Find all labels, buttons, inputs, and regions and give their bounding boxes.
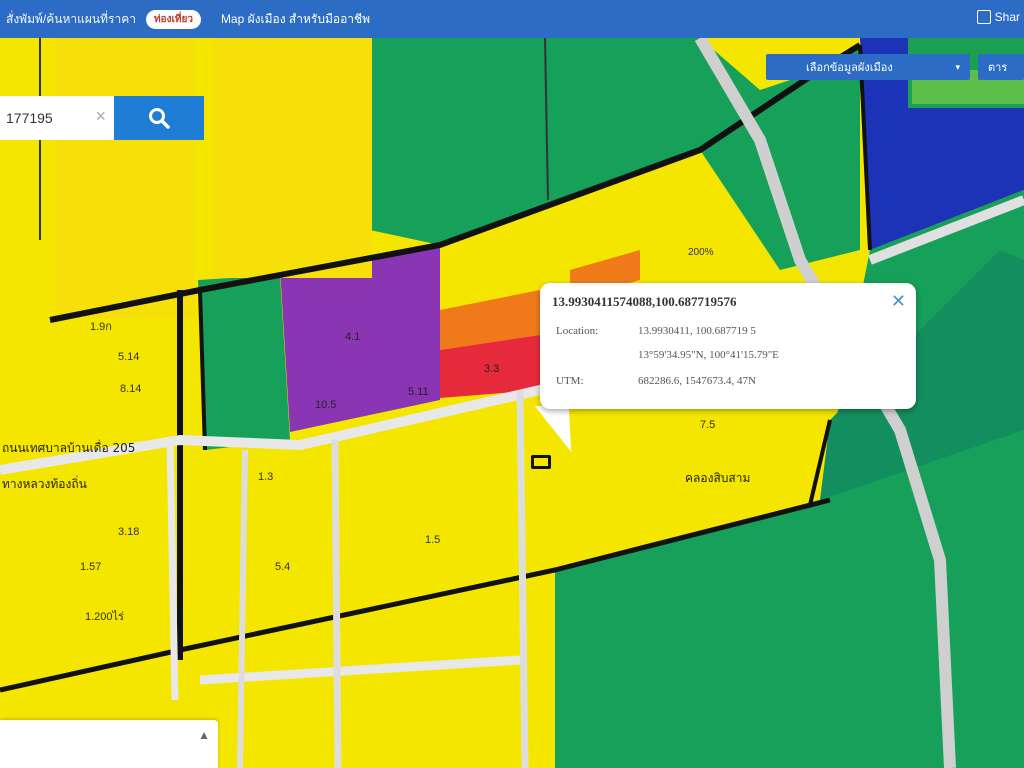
location-pin-icon[interactable] bbox=[531, 455, 551, 469]
zone-code-13: 5.4 bbox=[275, 561, 290, 573]
zone-yellow-nw bbox=[55, 38, 195, 318]
road-label-2: ทางหลวงท้องถิ่น bbox=[2, 475, 87, 491]
zone-code-15: 200% bbox=[688, 247, 714, 258]
road-vertical-1 bbox=[331, 439, 342, 768]
share-label: Shar bbox=[994, 10, 1020, 24]
layer-dropdown[interactable]: เลือกข้อมูลผังเมือง ▾ bbox=[766, 54, 970, 80]
zone-green-west bbox=[198, 275, 290, 450]
zone-code-7: 3.3 bbox=[484, 363, 499, 375]
popup-row-value-dms: 13°59'34.95"N, 100°41'15.79"E bbox=[638, 349, 779, 361]
zone-code-12: 7.5 bbox=[700, 419, 715, 431]
zone-code-4: 4.1 bbox=[345, 331, 360, 343]
zone-code-3: 1.9ก bbox=[90, 321, 112, 333]
popup-row-label-location: Location: bbox=[556, 325, 599, 337]
zone-code-6: 5.11 bbox=[408, 386, 429, 398]
share-button[interactable]: Shar bbox=[976, 10, 1020, 24]
zone-code-14: 1.3 bbox=[258, 471, 273, 483]
share-icon bbox=[976, 10, 991, 24]
search-value: 177195 bbox=[6, 110, 53, 126]
popup-row-value-location: 13.9930411, 100.687719 5 bbox=[638, 325, 756, 337]
search-bar: 177195 × bbox=[0, 96, 204, 140]
topbar-badge[interactable]: ท่องเที่ยว bbox=[145, 9, 201, 29]
zone-code-1: 5.14 bbox=[118, 351, 139, 363]
zone-yellow-n bbox=[212, 38, 372, 278]
zone-code-5: 10.5 bbox=[315, 399, 336, 411]
zone-code-10: 1.200ไร่ bbox=[85, 610, 124, 623]
bottom-panel[interactable]: ▲ bbox=[0, 720, 218, 768]
zone-code-9: 1.57 bbox=[80, 561, 101, 573]
right-control-button[interactable]: ตาร bbox=[978, 54, 1024, 80]
road-label-1: ถนนเทศบาลบ้านเดื่อ 205 bbox=[2, 439, 135, 455]
topbar-title: Map ผังเมือง สำหรับมืออาชีพ bbox=[220, 11, 371, 26]
road-vertical-2 bbox=[516, 389, 529, 768]
coordinate-popup: 13.9930411574088,100.687719576 ✕ Locatio… bbox=[540, 283, 916, 409]
search-button[interactable] bbox=[114, 96, 204, 140]
zone-code-11: 3.18 bbox=[118, 526, 139, 538]
popup-title: 13.9930411574088,100.687719576 bbox=[552, 294, 737, 309]
right-control-label: ตาร bbox=[988, 62, 1008, 74]
zone-code-8: 1.5 bbox=[425, 534, 440, 546]
top-bar: สั่งพัมพ์/ค้นหาแผนที่ราคา ท่องเที่ยว Map… bbox=[0, 0, 1024, 38]
popup-row-label-utm: UTM: bbox=[556, 375, 584, 387]
chevron-up-icon[interactable]: ▲ bbox=[198, 728, 210, 742]
road-west bbox=[166, 439, 179, 701]
search-icon bbox=[149, 108, 170, 129]
chevron-down-icon: ▾ bbox=[955, 61, 960, 72]
zone-code-2: 8.14 bbox=[120, 383, 141, 395]
search-input[interactable]: 177195 × bbox=[0, 96, 114, 140]
layer-dropdown-label: เลือกข้อมูลผังเมือง bbox=[806, 62, 893, 74]
topbar-left-text[interactable]: สั่งพัมพ์/ค้นหาแผนที่ราคา bbox=[6, 10, 136, 29]
close-icon[interactable]: ✕ bbox=[891, 291, 906, 312]
popup-row-value-utm: 682286.6, 1547673.4, 47N bbox=[638, 375, 756, 387]
clear-icon[interactable]: × bbox=[95, 106, 106, 127]
area-label-right: คลองสิบสาม bbox=[685, 471, 750, 485]
